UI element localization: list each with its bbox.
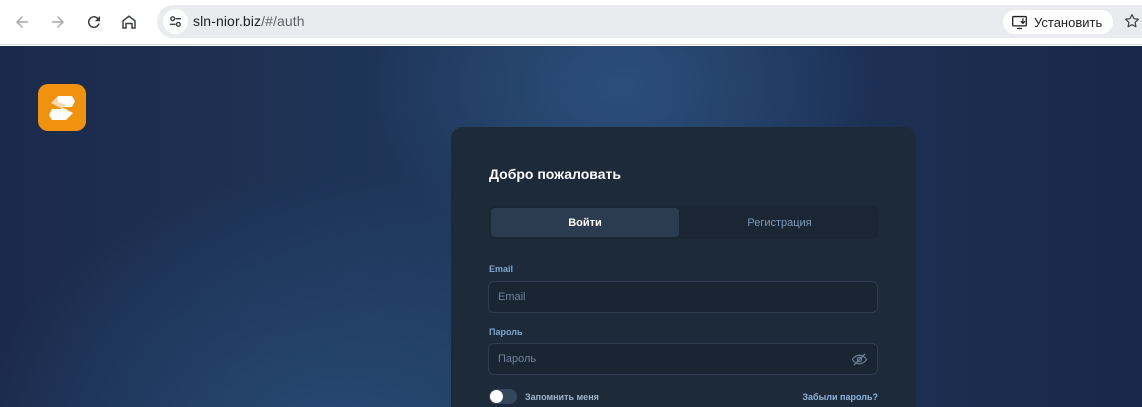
password-label: Пароль <box>489 327 523 337</box>
eye-off-icon[interactable] <box>851 351 868 368</box>
brand-logo[interactable] <box>38 84 86 131</box>
email-field-wrapper <box>488 281 878 313</box>
install-app-button[interactable]: Установить <box>1003 10 1114 34</box>
forward-button[interactable] <box>45 9 71 35</box>
install-app-icon <box>1012 15 1027 29</box>
reload-icon <box>87 16 100 29</box>
welcome-title: Добро пожаловать <box>489 166 621 182</box>
remember-me-label[interactable]: Запомнить меня <box>525 392 599 402</box>
home-button[interactable] <box>116 9 142 35</box>
remember-me-toggle[interactable] <box>489 389 517 404</box>
remember-me: Запомнить меня <box>489 389 599 404</box>
back-button[interactable] <box>9 9 35 35</box>
forward-arrow-icon <box>52 16 64 28</box>
brand-s-logo-icon <box>49 95 75 120</box>
back-arrow-icon <box>16 16 28 28</box>
url-host: sln-nior.biz <box>193 13 262 29</box>
install-app-label: Установить <box>1034 14 1103 30</box>
address-bar[interactable]: sln-nior.biz/#/auth Установить <box>157 5 1142 38</box>
url-path: /#/auth <box>261 13 305 29</box>
tab-register[interactable]: Регистрация <box>683 208 876 237</box>
password-field-wrapper <box>488 343 878 375</box>
email-label: Email <box>489 264 514 274</box>
browser-toolbar: sln-nior.biz/#/auth Установить <box>0 0 1142 45</box>
password-field[interactable] <box>489 344 877 374</box>
auth-tabs: Войти Регистрация <box>489 206 878 239</box>
site-settings-button[interactable] <box>163 9 188 34</box>
forgot-password-link[interactable]: Забыли пароль? <box>802 392 878 402</box>
home-icon <box>122 15 136 29</box>
auth-page: Добро пожаловать Войти Регистрация Email… <box>0 46 1142 407</box>
auth-card: Добро пожаловать Войти Регистрация Email… <box>451 127 916 407</box>
star-icon[interactable] <box>1123 12 1141 30</box>
email-field[interactable] <box>489 282 877 312</box>
url-text[interactable]: sln-nior.biz/#/auth <box>193 13 305 29</box>
tab-login[interactable]: Войти <box>491 208 679 237</box>
site-settings-icon <box>169 16 182 27</box>
toggle-knob <box>490 390 503 403</box>
reload-button[interactable] <box>81 9 107 35</box>
